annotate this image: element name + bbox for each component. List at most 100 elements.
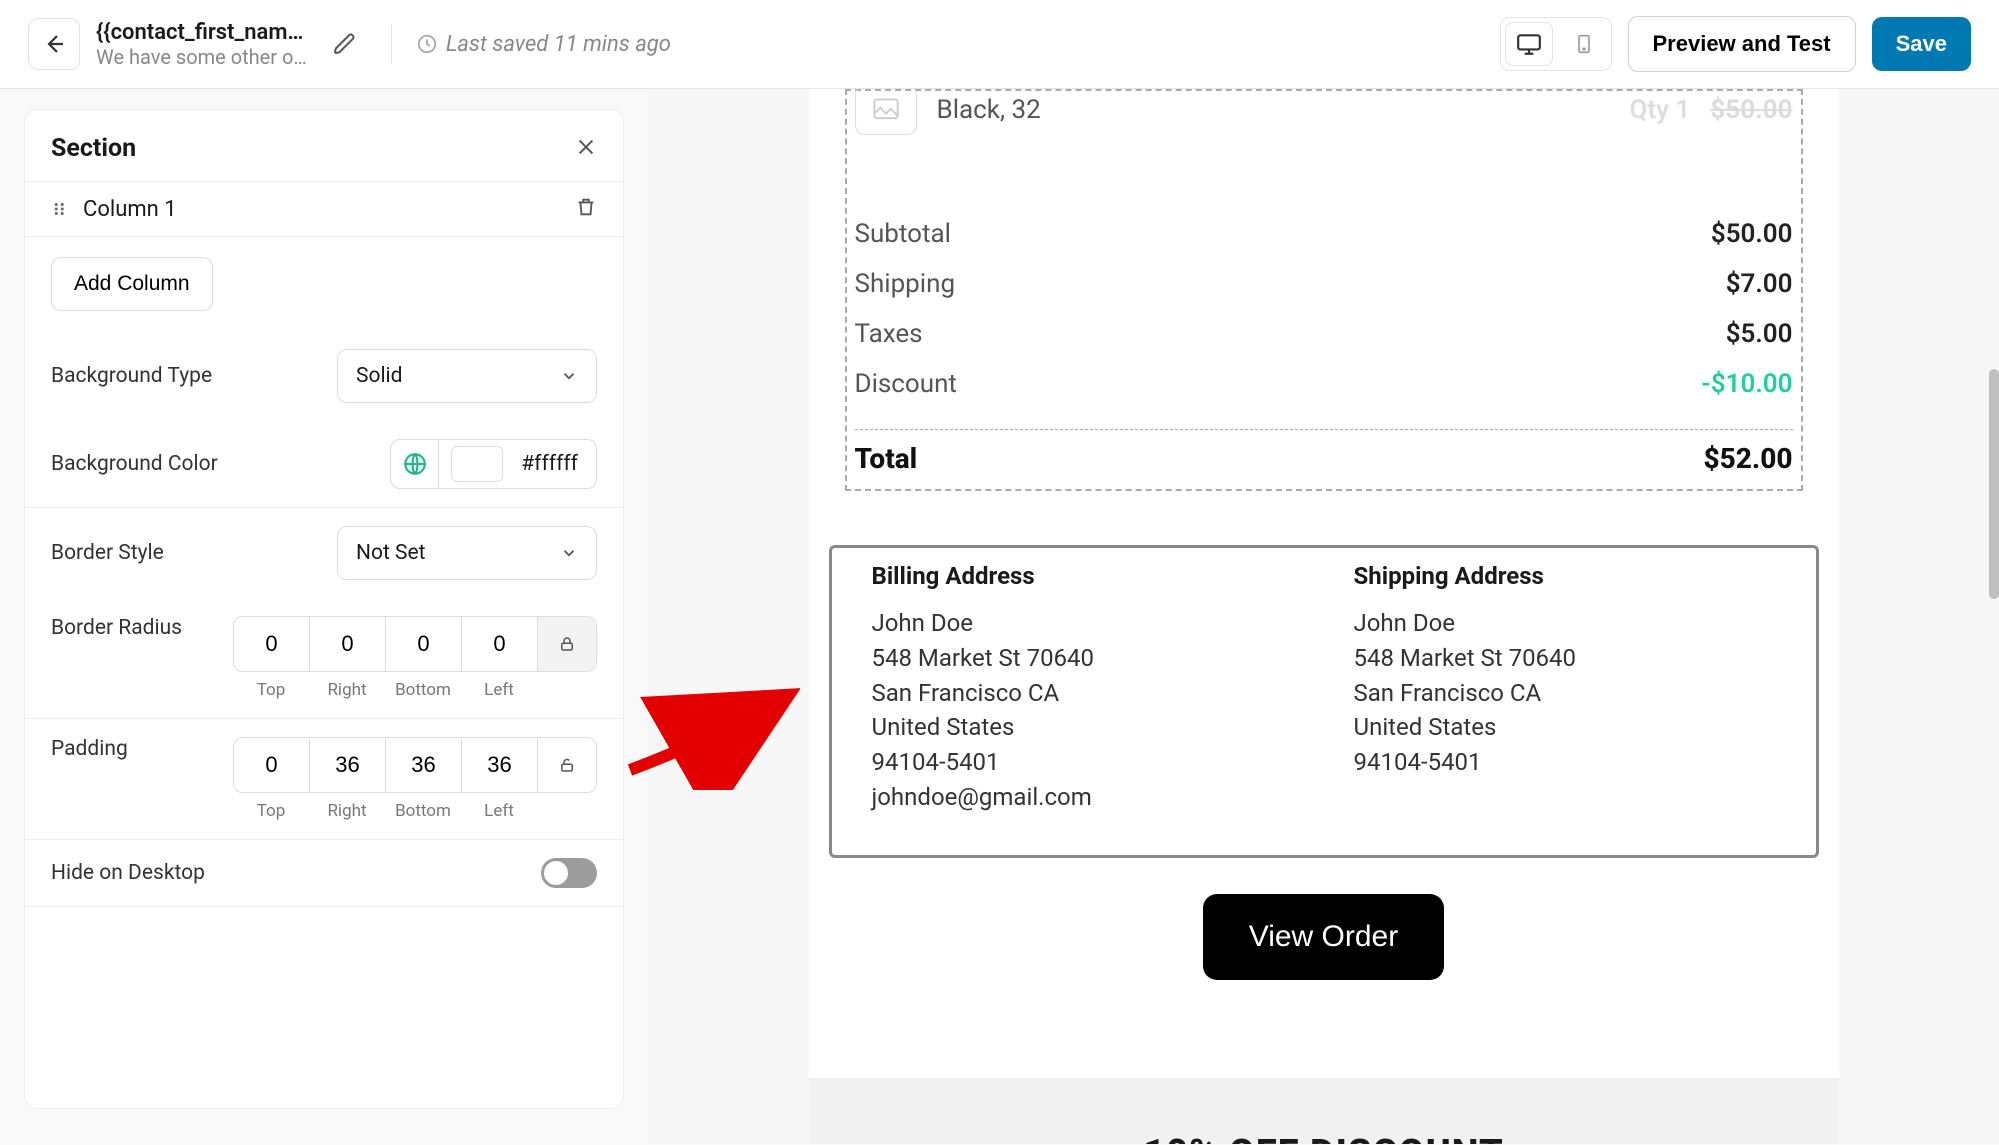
side-bottom-label: Bottom <box>385 793 461 821</box>
add-column-button[interactable]: Add Column <box>51 257 213 311</box>
shipping-value: $7.00 <box>1726 269 1793 299</box>
product-variant: Black, 32 <box>937 95 1610 125</box>
save-button[interactable]: Save <box>1872 17 1971 71</box>
address-section[interactable]: Billing Address John Doe 548 Market St 7… <box>829 545 1819 858</box>
hide-desktop-label: Hide on Desktop <box>51 861 205 885</box>
padding-right-input[interactable] <box>310 738 385 792</box>
close-panel-button[interactable] <box>575 136 597 162</box>
discount-value: -$10.00 <box>1701 369 1792 399</box>
product-qty: Qty 1 <box>1629 95 1690 125</box>
shipping-zip: 94104-5401 <box>1354 745 1776 780</box>
padding-bottom-input[interactable] <box>386 738 461 792</box>
padding-lock-button[interactable] <box>538 738 596 792</box>
chevron-down-icon <box>560 367 578 385</box>
discount-label: Discount <box>855 369 957 399</box>
product-image-placeholder <box>855 89 917 135</box>
close-icon <box>575 136 597 158</box>
padding-left-input[interactable] <box>462 738 537 792</box>
billing-street: 548 Market St 70640 <box>872 641 1294 676</box>
globe-icon-wrap[interactable] <box>391 440 439 488</box>
back-button[interactable] <box>28 18 80 70</box>
desktop-icon <box>1516 31 1542 57</box>
subtotal-label: Subtotal <box>855 219 951 249</box>
column-item[interactable]: Column 1 <box>25 182 623 236</box>
preview-test-button[interactable]: Preview and Test <box>1628 16 1856 72</box>
scrollbar[interactable] <box>1989 369 1999 599</box>
delete-column-button[interactable] <box>575 196 597 222</box>
taxes-value: $5.00 <box>1726 319 1793 349</box>
border-radius-inputs <box>233 616 597 672</box>
side-right-label: Right <box>309 672 385 700</box>
last-saved: Last saved 11 mins ago <box>416 32 671 57</box>
pencil-icon <box>333 32 357 56</box>
bg-type-value: Solid <box>356 364 403 388</box>
lock-icon <box>558 635 576 653</box>
section-panel: Section Column 1 Add Column Background T… <box>24 109 624 1109</box>
billing-city: San Francisco CA <box>872 676 1294 711</box>
bg-type-label: Background Type <box>51 364 212 388</box>
drag-handle-icon <box>51 200 69 218</box>
color-hex: #ffffff <box>513 452 596 476</box>
radius-bottom-input[interactable] <box>386 617 461 671</box>
clock-icon <box>416 33 438 55</box>
globe-icon <box>402 451 428 477</box>
shipping-street: 548 Market St 70640 <box>1354 641 1776 676</box>
billing-country: United States <box>872 710 1294 745</box>
shipping-label: Shipping <box>855 269 956 299</box>
arrow-left-icon <box>42 32 66 56</box>
side-bottom-label: Bottom <box>385 672 461 700</box>
billing-name: John Doe <box>872 606 1294 641</box>
bg-color-label: Background Color <box>51 452 218 476</box>
border-style-value: Not Set <box>356 541 426 565</box>
trash-icon <box>575 196 597 218</box>
shipping-city: San Francisco CA <box>1354 676 1776 711</box>
mobile-icon <box>1574 31 1594 57</box>
shipping-title: Shipping Address <box>1354 562 1776 590</box>
email-title: {{contact_first_nam… <box>96 20 307 45</box>
shipping-name: John Doe <box>1354 606 1776 641</box>
chevron-down-icon <box>560 544 578 562</box>
image-icon <box>869 96 903 124</box>
billing-title: Billing Address <box>872 562 1294 590</box>
total-label: Total <box>855 442 918 475</box>
hide-desktop-toggle[interactable] <box>541 858 597 888</box>
view-order-button[interactable]: View Order <box>1203 894 1445 980</box>
side-left-label: Left <box>461 672 537 700</box>
mobile-view-button[interactable] <box>1557 18 1611 70</box>
subtotal-value: $50.00 <box>1711 219 1793 249</box>
total-value: $52.00 <box>1703 442 1792 475</box>
radius-lock-button[interactable] <box>538 617 596 671</box>
title-block: {{contact_first_nam… We have some other … <box>96 20 307 69</box>
border-style-label: Border Style <box>51 541 164 565</box>
desktop-view-button[interactable] <box>1505 22 1553 66</box>
billing-email: johndoe@gmail.com <box>872 780 1294 815</box>
border-style-select[interactable]: Not Set <box>337 526 597 580</box>
bg-color-input[interactable]: #ffffff <box>390 439 597 489</box>
shipping-country: United States <box>1354 710 1776 745</box>
edit-title-button[interactable] <box>323 22 367 66</box>
divider <box>391 24 392 64</box>
radius-right-input[interactable] <box>310 617 385 671</box>
side-left-label: Left <box>461 793 537 821</box>
side-top-label: Top <box>233 672 309 700</box>
bg-type-select[interactable]: Solid <box>337 349 597 403</box>
border-radius-label: Border Radius <box>51 616 182 640</box>
side-right-label: Right <box>309 793 385 821</box>
side-top-label: Top <box>233 793 309 821</box>
email-subtitle: We have some other o… <box>96 45 307 69</box>
padding-inputs <box>233 737 597 793</box>
last-saved-text: Last saved 11 mins ago <box>446 32 671 57</box>
radius-left-input[interactable] <box>462 617 537 671</box>
column-label: Column 1 <box>83 197 177 222</box>
email-canvas[interactable]: Black, 32 Qty 1 $50.00 Subtotal $50.00 Sh… <box>648 89 1999 1144</box>
color-swatch[interactable] <box>451 446 503 482</box>
device-toggle <box>1500 17 1612 71</box>
taxes-label: Taxes <box>855 319 923 349</box>
billing-zip: 94104-5401 <box>872 745 1294 780</box>
padding-top-input[interactable] <box>234 738 309 792</box>
order-summary-section[interactable]: Black, 32 Qty 1 $50.00 Subtotal $50.00 Sh… <box>845 89 1803 491</box>
product-price: $50.00 <box>1710 95 1792 125</box>
radius-top-input[interactable] <box>234 617 309 671</box>
unlock-icon <box>558 756 576 774</box>
promo-section[interactable]: 10% OFF DISCOUNT <box>809 1078 1839 1144</box>
